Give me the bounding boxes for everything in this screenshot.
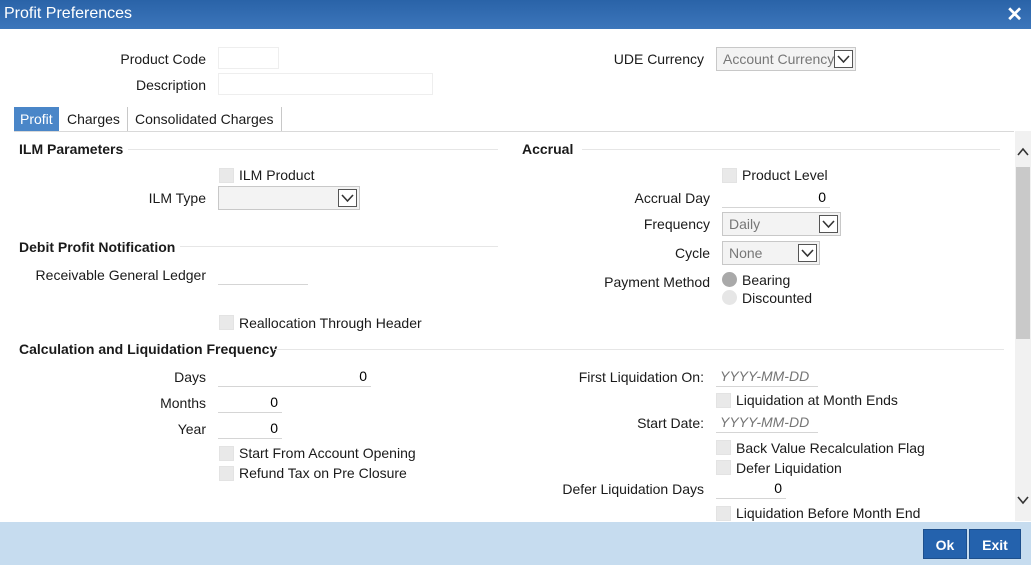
footer-bar [0,522,1031,565]
tab-consolidated-charges[interactable]: Consolidated Charges [129,107,282,131]
ilm-type-select[interactable] [218,186,360,210]
start-from-opening-label: Start From Account Opening [239,445,416,461]
ude-currency-label: UDE Currency [613,51,704,67]
description-label: Description [135,77,206,93]
days-label: Days [174,369,206,385]
tab-divider [14,131,1014,132]
window-titlebar: Profit Preferences ✕ [0,0,1031,29]
payment-discounted-label: Discounted [742,290,813,306]
payment-discounted-radio[interactable] [722,290,737,305]
ude-currency-value: Account Currency [723,51,835,67]
ilm-product-checkbox[interactable] [219,168,234,183]
cycle-select[interactable]: None [722,241,820,265]
start-date-label: Start Date: [637,415,704,431]
ok-button[interactable]: Ok [923,529,967,559]
ilm-type-label: ILM Type [148,190,206,206]
liq-month-ends-checkbox[interactable] [716,393,731,408]
year-label: Year [177,421,206,437]
accrual-divider [582,149,1000,150]
chevron-up-icon[interactable] [1016,145,1030,161]
close-icon[interactable]: ✕ [1006,2,1023,27]
debit-divider [180,246,498,247]
ilm-section-title: ILM Parameters [19,141,124,157]
reallocation-label: Reallocation Through Header [239,315,422,331]
receivable-gl-input[interactable] [218,263,308,285]
months-input[interactable] [218,391,282,413]
chevron-down-icon[interactable] [1016,493,1030,509]
liq-month-ends-label: Liquidation at Month Ends [736,392,898,408]
first-liquidation-label: First Liquidation On: [578,369,704,385]
defer-liquidation-label: Defer Liquidation [736,460,842,476]
cycle-value: None [729,245,763,261]
liq-before-month-end-label: Liquidation Before Month End [736,505,921,521]
chevron-down-icon [798,244,817,262]
back-value-label: Back Value Recalculation Flag [736,440,925,456]
accrual-day-label: Accrual Day [634,190,710,206]
product-level-checkbox[interactable] [722,168,737,183]
days-input[interactable] [218,365,371,387]
accrual-day-input[interactable] [722,186,830,208]
chevron-down-icon [338,189,357,207]
defer-liquidation-checkbox[interactable] [716,460,731,475]
product-level-label: Product Level [742,167,828,183]
liq-before-month-end-checkbox[interactable] [716,506,731,521]
ude-currency-select[interactable]: Account Currency [716,47,856,71]
cycle-label: Cycle [674,245,710,261]
refund-tax-label: Refund Tax on Pre Closure [239,465,407,481]
exit-button[interactable]: Exit [969,529,1021,559]
start-date-input[interactable] [716,411,818,433]
payment-bearing-radio[interactable] [722,272,737,287]
frequency-value: Daily [729,216,761,232]
start-from-opening-checkbox[interactable] [219,446,234,461]
months-label: Months [160,395,206,411]
accrual-section-title: Accrual [522,141,574,157]
payment-bearing-label: Bearing [742,272,791,288]
chevron-down-icon [834,50,853,68]
calc-divider [274,349,1004,350]
ilm-product-label: ILM Product [239,167,315,183]
window-title: Profit Preferences [4,5,133,22]
reallocation-checkbox[interactable] [219,315,234,330]
defer-days-input[interactable] [716,477,786,499]
chevron-down-icon [819,215,838,233]
debit-section-title: Debit Profit Notification [19,239,176,255]
scrollbar-thumb[interactable] [1016,167,1030,339]
calc-section-title: Calculation and Liquidation Frequency [19,341,278,357]
year-input[interactable] [218,417,282,439]
tab-charges[interactable]: Charges [61,107,128,131]
frequency-select[interactable]: Daily [722,212,841,236]
back-value-checkbox[interactable] [716,440,731,455]
defer-days-label: Defer Liquidation Days [562,481,704,497]
product-code-input[interactable] [218,47,279,69]
description-input[interactable] [218,73,433,95]
refund-tax-checkbox[interactable] [219,466,234,481]
tab-profit[interactable]: Profit [14,107,59,131]
payment-method-label: Payment Method [604,274,710,290]
frequency-label: Frequency [643,216,710,232]
ilm-divider [128,149,498,150]
product-code-label: Product Code [120,51,206,67]
first-liquidation-input[interactable] [716,365,818,387]
vertical-scrollbar[interactable] [1015,131,1031,521]
receivable-gl-label: Receivable General Ledger [35,267,206,283]
